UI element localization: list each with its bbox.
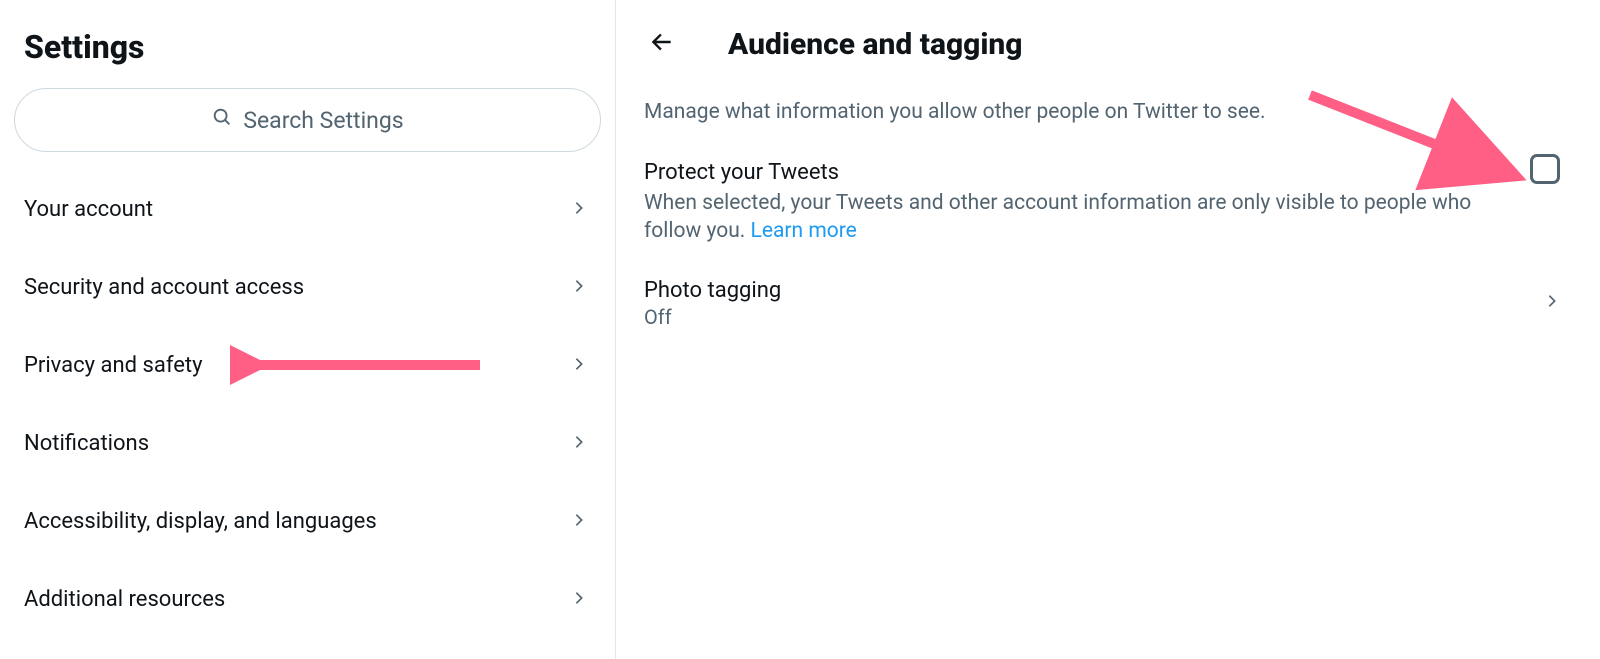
photo-tagging-title: Photo tagging <box>644 278 781 303</box>
sidebar-item-label: Your account <box>24 197 153 222</box>
chevron-right-icon <box>571 431 587 456</box>
chevron-right-icon <box>571 353 587 378</box>
photo-tagging-value: Off <box>644 305 781 329</box>
chevron-right-icon <box>571 587 587 612</box>
protect-tweets-title: Protect your Tweets <box>644 160 1560 185</box>
settings-sidebar: Settings Search Settings Your account Se… <box>0 0 616 659</box>
sidebar-item-security-and-account-access[interactable]: Security and account access <box>0 248 615 326</box>
protect-tweets-description: When selected, your Tweets and other acc… <box>644 189 1560 246</box>
sidebar-item-notifications[interactable]: Notifications <box>0 404 615 482</box>
settings-title: Settings <box>0 14 615 88</box>
sidebar-item-label: Additional resources <box>24 587 225 612</box>
page-title: Audience and tagging <box>728 27 1023 62</box>
learn-more-link[interactable]: Learn more <box>751 219 857 243</box>
photo-tagging-row[interactable]: Photo tagging Off <box>616 264 1600 343</box>
protect-tweets-setting: Protect your Tweets When selected, your … <box>616 146 1600 264</box>
search-icon <box>211 106 233 134</box>
search-settings-input[interactable]: Search Settings <box>14 88 601 152</box>
sidebar-item-additional-resources[interactable]: Additional resources <box>0 560 615 638</box>
sidebar-item-label: Notifications <box>24 431 149 456</box>
sidebar-item-label: Accessibility, display, and languages <box>24 509 377 534</box>
main-panel: Audience and tagging Manage what informa… <box>616 0 1600 659</box>
back-button[interactable] <box>640 22 684 66</box>
sidebar-item-your-account[interactable]: Your account <box>0 170 615 248</box>
protect-tweets-checkbox[interactable] <box>1530 154 1560 184</box>
chevron-right-icon <box>571 275 587 300</box>
arrow-left-icon <box>649 29 675 59</box>
page-subtitle: Manage what information you allow other … <box>616 84 1600 146</box>
sidebar-item-label: Privacy and safety <box>24 353 203 378</box>
sidebar-item-accessibility-display-languages[interactable]: Accessibility, display, and languages <box>0 482 615 560</box>
chevron-right-icon <box>571 509 587 534</box>
chevron-right-icon <box>571 197 587 222</box>
chevron-right-icon <box>1544 293 1560 313</box>
sidebar-item-label: Security and account access <box>24 275 304 300</box>
sidebar-item-privacy-and-safety[interactable]: Privacy and safety <box>0 326 615 404</box>
search-placeholder: Search Settings <box>243 107 403 134</box>
